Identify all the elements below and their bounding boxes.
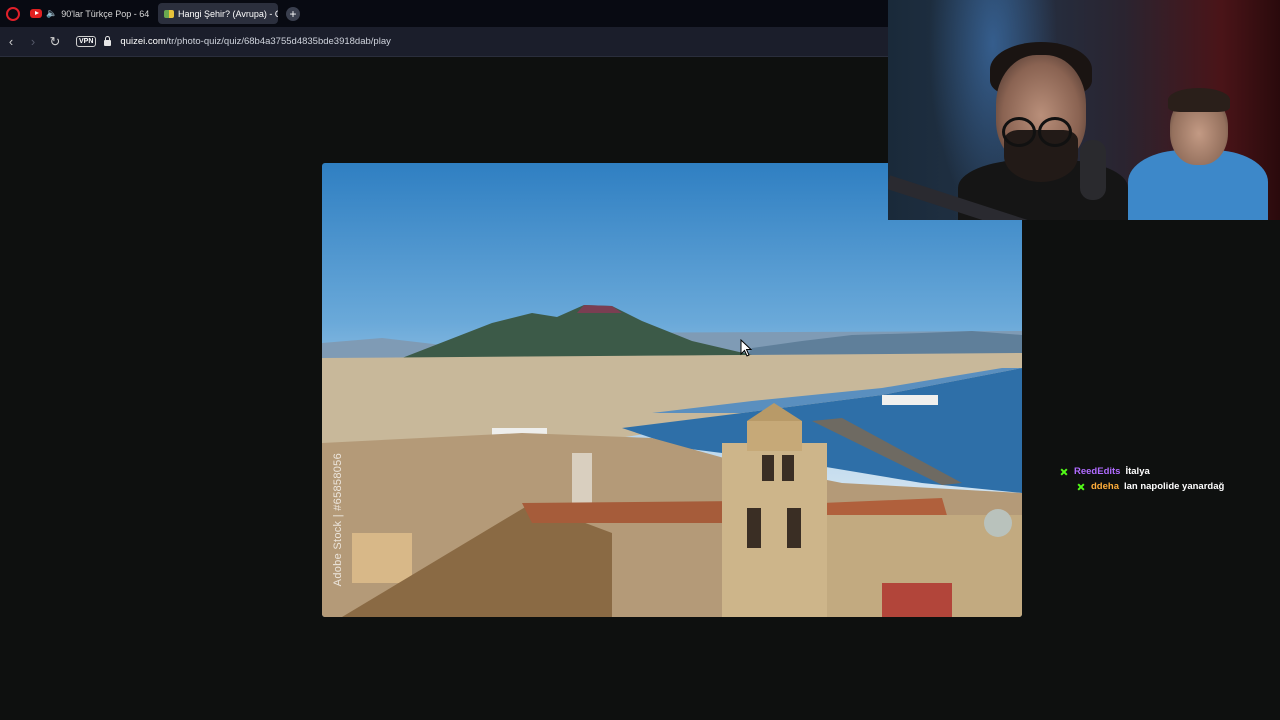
address-bar: ‹ › ↻ VPN quizei.com/tr/photo-quiz/quiz/… xyxy=(0,27,888,57)
opera-logo-icon[interactable] xyxy=(6,6,20,21)
url-domain: quizei.com xyxy=(120,36,166,47)
kick-badge-icon xyxy=(1077,483,1085,491)
chat-username: ReedEdits xyxy=(1074,466,1121,477)
chat-message: ReedEdits İtalya xyxy=(1060,464,1280,479)
glasses-icon xyxy=(1002,117,1036,147)
flag-icon xyxy=(164,9,174,18)
url-path: /tr/photo-quiz/quiz/68b4a3755d4835bde391… xyxy=(165,36,391,47)
tab-title: Hangi Şehir? (Avrupa) - Q xyxy=(178,8,278,19)
vpn-badge[interactable]: VPN xyxy=(76,36,97,47)
chat-text: lan napolide yanardağ xyxy=(1123,481,1225,492)
city-landscape-image xyxy=(322,305,1022,617)
glasses-icon xyxy=(1038,117,1072,147)
chat-message: ddeha lan napolide yanardağ xyxy=(1060,479,1280,494)
chat-overlay: ReedEdits İtalya ddeha lan napolide yana… xyxy=(1060,464,1280,494)
webcam-feed xyxy=(888,0,1280,220)
lock-icon[interactable] xyxy=(104,36,112,46)
back-button[interactable]: ‹ xyxy=(0,34,22,49)
quiz-photo: Adobe Stock | #65858056 xyxy=(322,163,1022,617)
reload-button[interactable]: ↻ xyxy=(44,34,66,50)
tab-title: 90'lar Türkçe Pop - 64 xyxy=(61,8,150,19)
tab-quiz[interactable]: Hangi Şehir? (Avrupa) - Q xyxy=(158,3,278,24)
chat-text: İtalya xyxy=(1125,466,1150,477)
photo-watermark: Adobe Stock | #65858056 xyxy=(332,453,344,587)
speaker-icon[interactable]: 🔈 xyxy=(46,8,57,19)
new-tab-button[interactable]: + xyxy=(286,6,300,21)
browser-tab-bar: 🔈 90'lar Türkçe Pop - 64 Hangi Şehir? (A… xyxy=(0,0,888,27)
tab-music[interactable]: 🔈 90'lar Türkçe Pop - 64 xyxy=(24,3,154,24)
chat-username: ddeha xyxy=(1091,481,1119,492)
host-right-hair xyxy=(1168,88,1230,112)
forward-button[interactable]: › xyxy=(22,34,44,49)
url-field[interactable]: quizei.com/tr/photo-quiz/quiz/68b4a3755d… xyxy=(120,36,390,47)
kick-badge-icon xyxy=(1060,468,1068,476)
youtube-icon xyxy=(30,9,42,18)
microphone-icon xyxy=(1080,140,1106,200)
